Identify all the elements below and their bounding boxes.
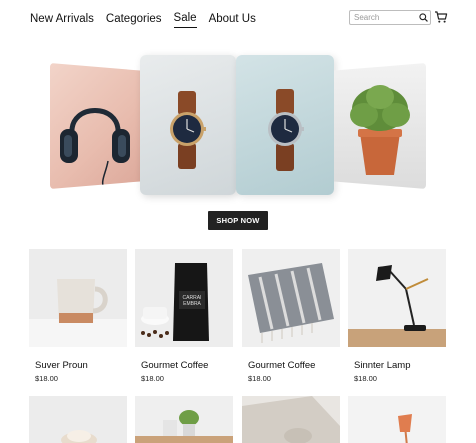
search-icon[interactable] <box>416 11 430 24</box>
main-nav: New Arrivals Categories Sale About Us <box>30 10 268 28</box>
product-card[interactable] <box>348 396 446 443</box>
product-name[interactable]: Suver Proun <box>35 360 88 371</box>
product-card[interactable] <box>135 396 233 443</box>
shop-now-button[interactable]: SHOP NOW <box>208 211 268 230</box>
product-card[interactable] <box>242 396 340 443</box>
product-card[interactable]: CARRAI EMBRA Gourmet Coffee $18.00 <box>135 249 233 383</box>
product-image[interactable] <box>29 396 127 443</box>
hero-slide-headphones[interactable] <box>50 63 140 189</box>
product-image[interactable] <box>242 396 340 443</box>
product-card[interactable] <box>29 396 127 443</box>
product-name[interactable]: Gourmet Coffee <box>248 360 315 371</box>
hero-slide-watch-2[interactable] <box>236 55 334 195</box>
search-input[interactable] <box>350 13 416 22</box>
product-price: $18.00 <box>35 374 58 383</box>
product-name[interactable]: Sinnter Lamp <box>354 360 411 371</box>
product-image-lamp[interactable] <box>348 249 446 347</box>
product-price: $18.00 <box>141 374 164 383</box>
product-card[interactable]: Suver Proun $18.00 <box>29 249 127 383</box>
svg-text:EMBRA: EMBRA <box>183 301 201 307</box>
cart-icon[interactable] <box>434 10 448 24</box>
nav-categories[interactable]: Categories <box>106 11 162 27</box>
hero-slide-plant[interactable] <box>334 63 426 189</box>
hero-slide-watch-1[interactable] <box>140 55 236 195</box>
product-price: $18.00 <box>354 374 377 383</box>
hero-carousel[interactable] <box>50 55 426 197</box>
product-image-mug[interactable] <box>29 249 127 347</box>
product-card[interactable]: Sinnter Lamp $18.00 <box>348 249 446 383</box>
product-image[interactable] <box>348 396 446 443</box>
product-image-coffee[interactable]: CARRAI EMBRA <box>135 249 233 347</box>
product-card[interactable]: Gourmet Coffee $18.00 <box>242 249 340 383</box>
search-box <box>349 10 431 25</box>
product-name[interactable]: Gourmet Coffee <box>141 360 208 371</box>
product-price: $18.00 <box>248 374 271 383</box>
nav-new-arrivals[interactable]: New Arrivals <box>30 11 94 27</box>
nav-about-us[interactable]: About Us <box>209 11 256 27</box>
product-image-towel[interactable] <box>242 249 340 347</box>
nav-sale[interactable]: Sale <box>173 10 197 28</box>
product-image[interactable] <box>135 396 233 443</box>
